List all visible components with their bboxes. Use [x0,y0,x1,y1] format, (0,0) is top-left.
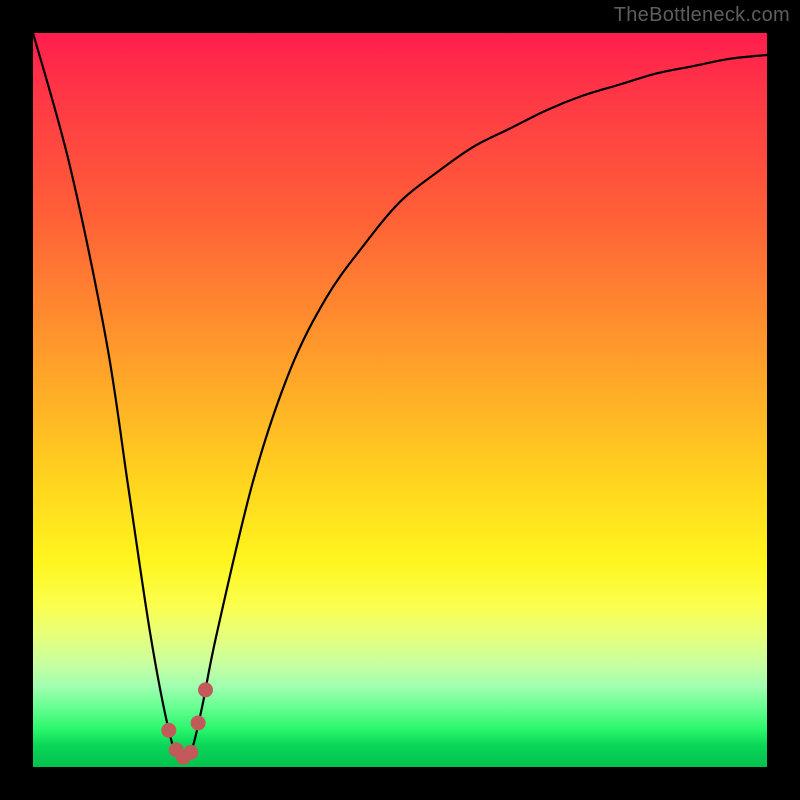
minimum-marker-dot [191,715,206,730]
minimum-marker-dot [183,745,198,760]
bottleneck-curve [33,33,767,767]
chart-frame: TheBottleneck.com [0,0,800,800]
watermark-text: TheBottleneck.com [614,4,790,27]
minimum-marker-dot [161,723,176,738]
minimum-marker-cluster [161,682,213,764]
curve-line [33,33,767,761]
minimum-marker-dot [198,682,213,697]
plot-area [33,33,767,767]
